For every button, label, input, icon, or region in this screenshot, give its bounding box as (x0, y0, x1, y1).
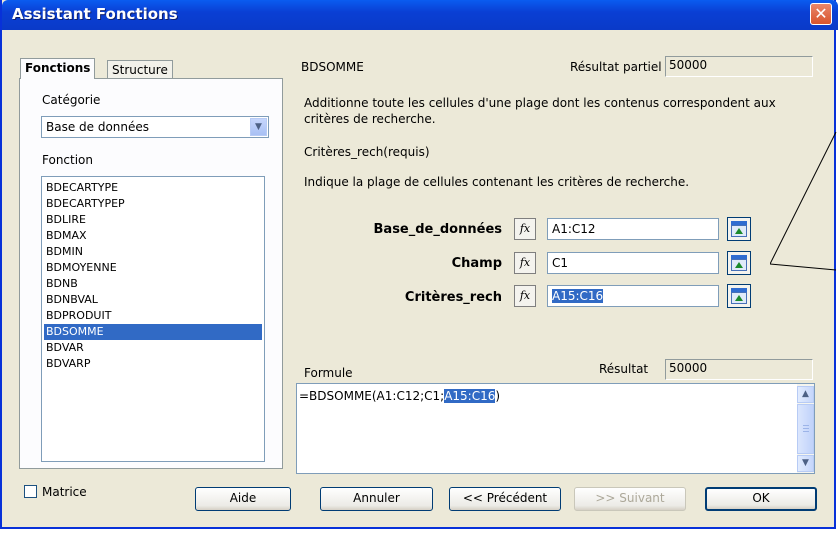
result-label: Résultat (599, 362, 649, 376)
window-title: Assistant Fonctions (12, 5, 178, 23)
list-item[interactable]: BDVARP (44, 356, 262, 372)
annotation-lines (770, 131, 837, 271)
next-button[interactable]: >> Suivant (574, 487, 686, 511)
fx-button-champ[interactable]: fx (514, 252, 536, 274)
function-wizard-dialog: Assistant Fonctions ✕ Fonctions Structur… (0, 0, 838, 529)
matrix-checkbox[interactable] (24, 485, 37, 498)
function-name: BDSOMME (301, 60, 364, 74)
list-item[interactable]: BDPRODUIT (44, 308, 262, 324)
category-value: Base de données (46, 120, 150, 134)
arg-input-criteres-rech[interactable]: A15:C16 (547, 285, 719, 307)
arg-label-criteres-rech: Critères_rech (404, 290, 502, 305)
title-bar[interactable]: Assistant Fonctions ✕ (2, 0, 838, 30)
list-item[interactable]: BDNBVAL (44, 292, 262, 308)
list-item[interactable]: BDECARTYPE (44, 180, 262, 196)
matrix-label: Matrice (42, 485, 87, 499)
partial-result-label: Résultat partiel (570, 60, 662, 74)
arrow-up-icon (735, 262, 743, 268)
function-description: Additionne toute les cellules d'une plag… (304, 96, 776, 126)
formula-text: =BDSOMME(A1:C12;C1;A15:C16) (299, 389, 501, 403)
function-label: Fonction (42, 153, 94, 167)
tab-structure[interactable]: Structure (107, 60, 173, 78)
partial-result-value: 50000 (665, 56, 813, 77)
formula-editor[interactable]: =BDSOMME(A1:C12;C1;A15:C16) ▲ ▼ (296, 383, 815, 474)
fx-button-criteres-rech[interactable]: fx (514, 285, 536, 307)
formula-scrollbar[interactable]: ▲ ▼ (797, 384, 814, 473)
list-item[interactable]: BDMOYENNE (44, 260, 262, 276)
tab-fonctions[interactable]: Fonctions (20, 58, 96, 79)
arg-input-champ[interactable]: C1 (547, 252, 719, 274)
function-list[interactable]: BDECARTYPE BDECARTYPEP BDLIRE BDMAX BDMI… (41, 176, 265, 462)
previous-button[interactable]: << Précédent (449, 487, 561, 511)
argument-description: Indique la plage de cellules contenant l… (304, 175, 690, 189)
help-button[interactable]: Aide (195, 487, 291, 511)
formula-label: Formule (304, 366, 353, 380)
shrink-button-criteres-rech[interactable] (727, 284, 751, 308)
category-select[interactable]: Base de données ▼ (41, 116, 269, 138)
arg-label-base-de-donnees: Base_de_données (373, 222, 502, 237)
arrow-up-icon (735, 295, 743, 301)
arrow-up-icon (735, 228, 743, 234)
list-item[interactable]: BDECARTYPEP (44, 196, 262, 212)
list-item-selected[interactable]: BDSOMME (44, 324, 262, 340)
arg-input-base-de-donnees[interactable]: A1:C12 (547, 218, 719, 240)
argument-title: Critères_rech(requis) (304, 145, 430, 159)
scroll-up-icon[interactable]: ▲ (797, 386, 814, 403)
chevron-down-icon[interactable]: ▼ (250, 118, 267, 136)
shrink-button-champ[interactable] (727, 251, 751, 275)
selected-text: A15:C16 (552, 289, 604, 303)
result-value: 50000 (665, 359, 813, 380)
list-item[interactable]: BDLIRE (44, 212, 262, 228)
arg-label-champ: Champ (451, 256, 502, 271)
scroll-thumb[interactable] (797, 404, 814, 454)
cancel-button[interactable]: Annuler (320, 487, 433, 511)
list-item[interactable]: BDMAX (44, 228, 262, 244)
ok-button[interactable]: OK (705, 487, 817, 511)
close-button[interactable]: ✕ (810, 3, 832, 25)
fx-button-base-de-donnees[interactable]: fx (514, 218, 536, 240)
list-item[interactable]: BDVAR (44, 340, 262, 356)
list-item[interactable]: BDNB (44, 276, 262, 292)
scroll-down-icon[interactable]: ▼ (797, 455, 814, 472)
shrink-button-base-de-donnees[interactable] (727, 217, 751, 241)
list-item[interactable]: BDMIN (44, 244, 262, 260)
category-label: Catégorie (42, 93, 101, 107)
